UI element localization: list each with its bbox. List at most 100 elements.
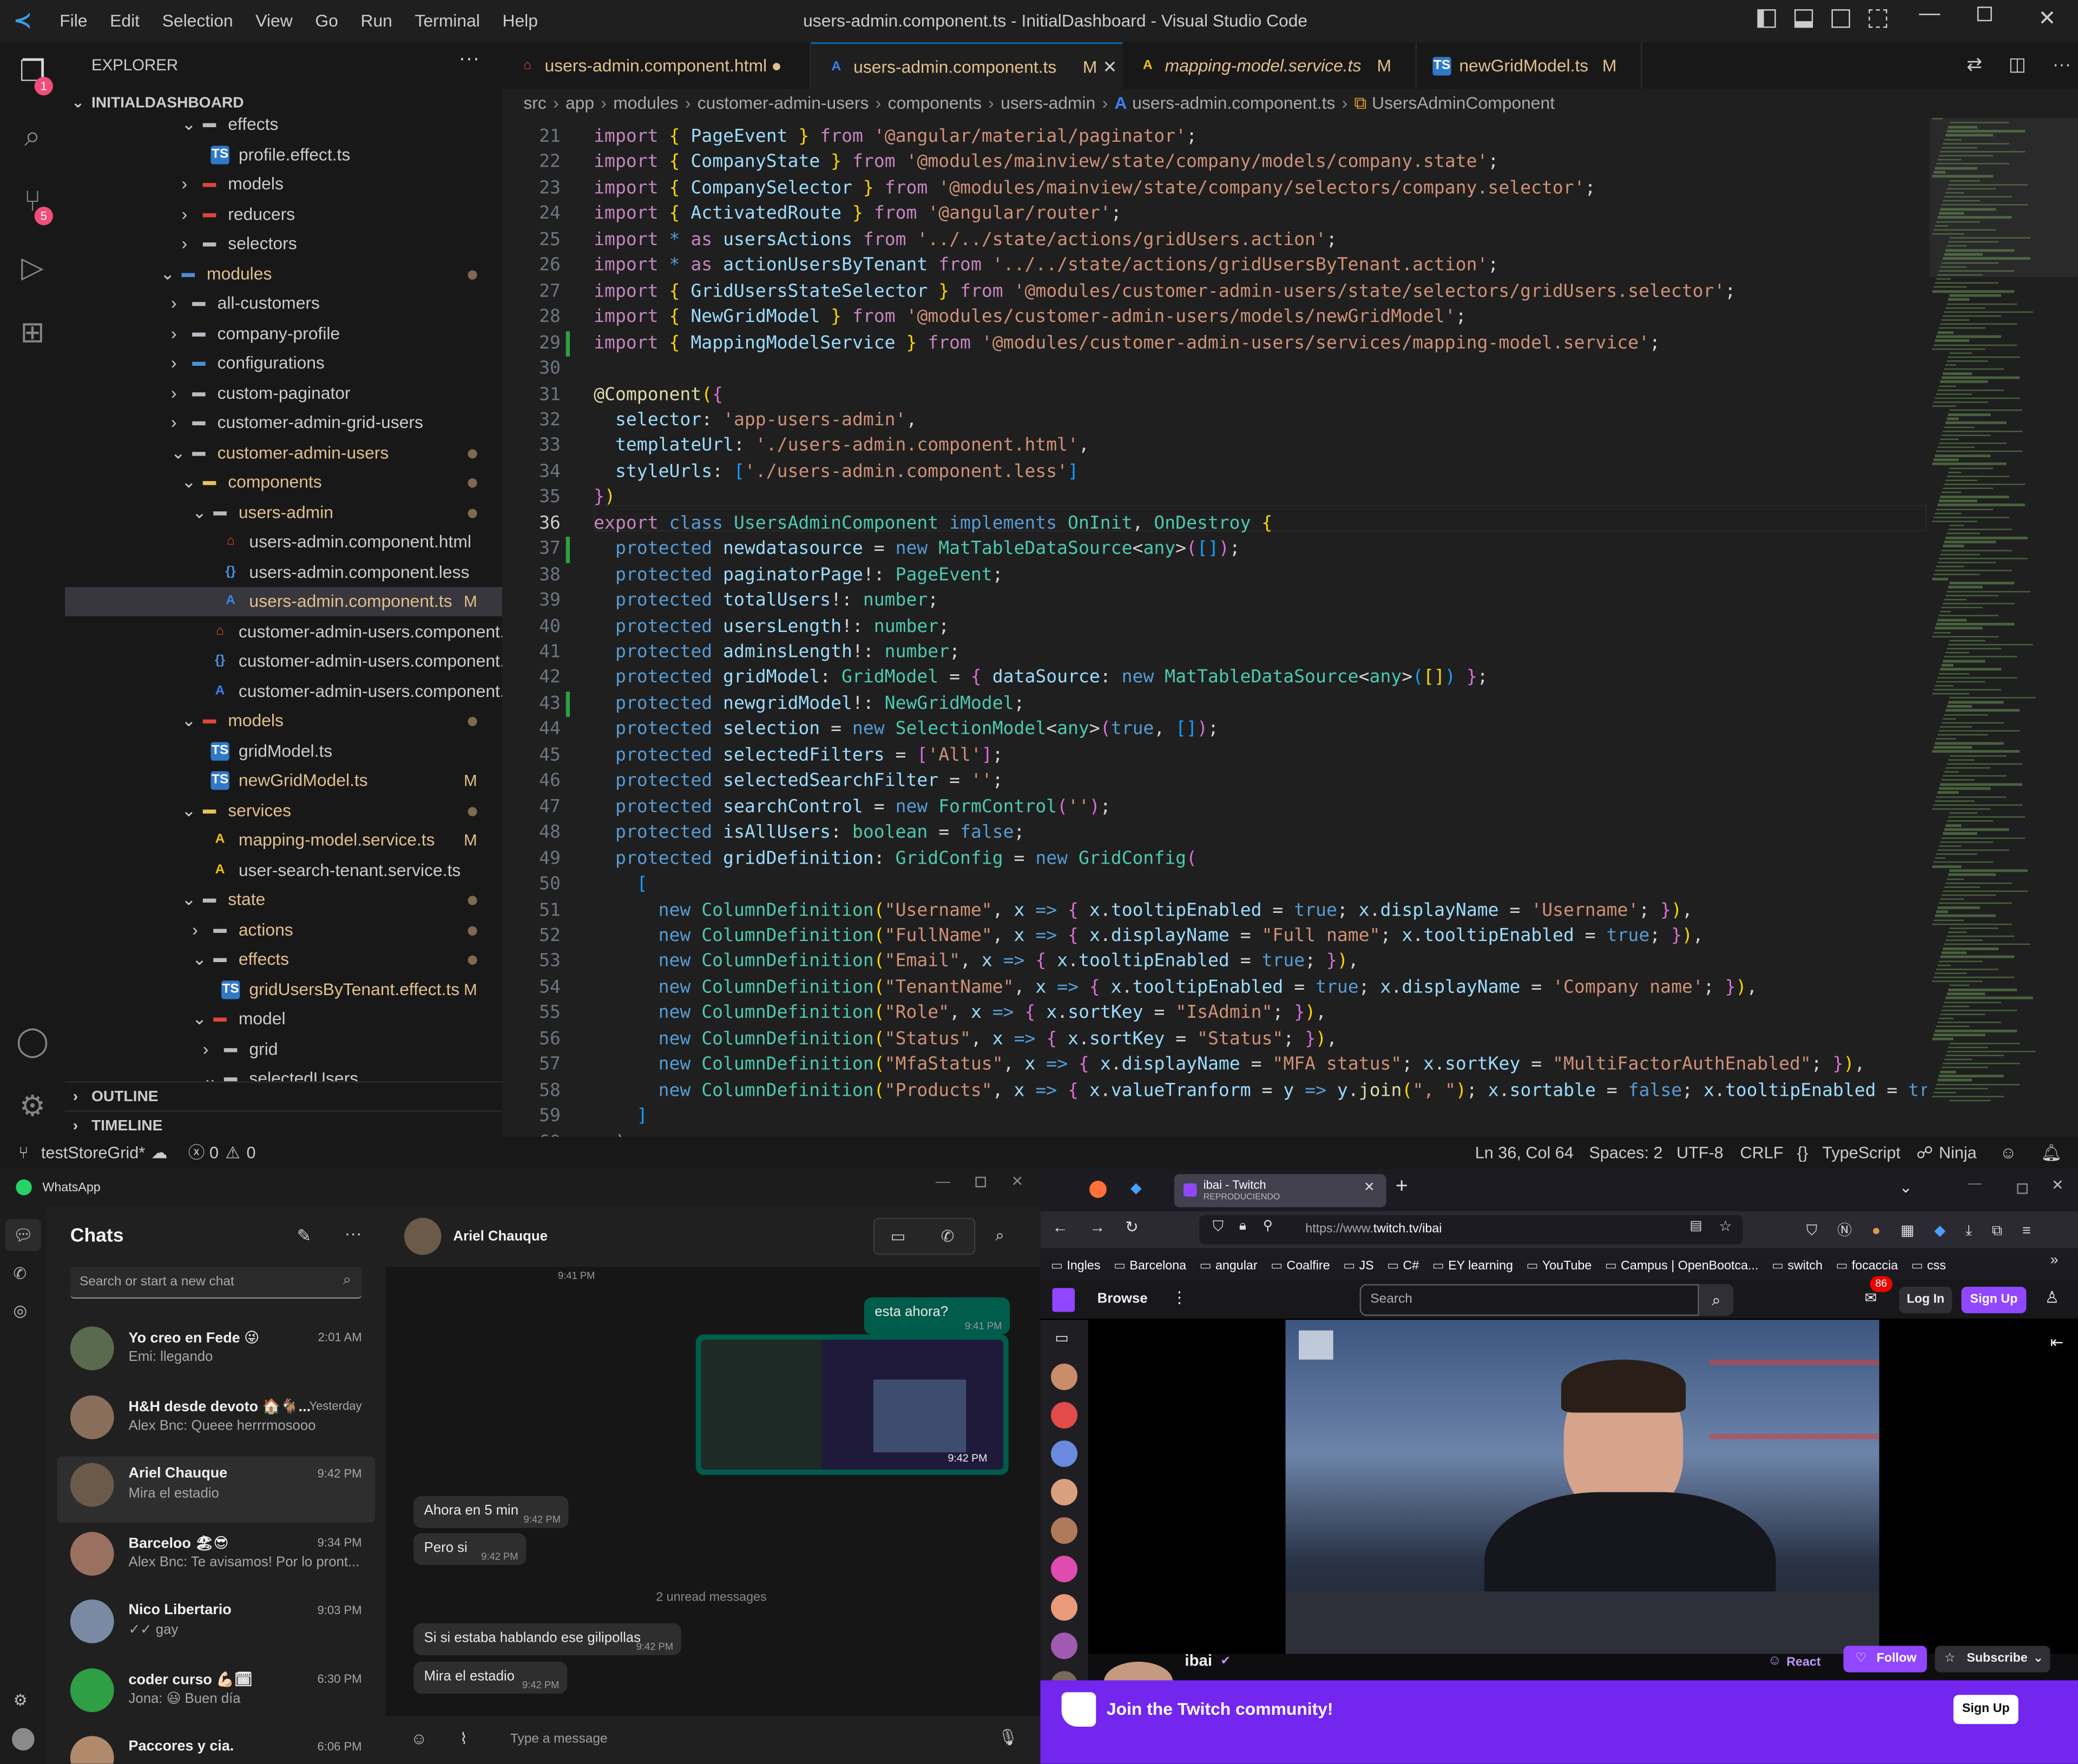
tree-item[interactable]: {} customer-admin-users.component.less [65,647,502,676]
forward-icon[interactable]: → [1089,1218,1105,1236]
twitch-search-input[interactable]: Search [1359,1284,1699,1316]
tree-item[interactable]: Auser-search-tenant.service.ts [65,855,502,885]
bookmark-item[interactable]: ▭ YouTube [1526,1259,1592,1274]
eol[interactable]: CRLF [1740,1137,1784,1169]
breadcrumb-item[interactable]: customer-admin-users [698,93,869,113]
account-icon[interactable]: ◯ [15,1023,50,1059]
editor-tab[interactable]: TS newGridModel.ts M [1417,42,1642,89]
minimize-button[interactable]: — [1919,3,1940,27]
menu-hamburger-icon[interactable]: ≡ [2022,1223,2031,1239]
video-player[interactable]: ⇤ [1088,1320,2078,1654]
tree-item[interactable]: ⌄ ▬ customer-admin-users [65,438,502,467]
bookmark-item[interactable]: ▭ css [1911,1259,1946,1274]
menu-help[interactable]: Help [502,11,538,31]
calls-nav-icon[interactable]: ✆ [13,1264,27,1282]
browse-link[interactable]: Browse [1097,1291,1148,1306]
tree-item[interactable]: ⌄ ▬ effects [65,110,502,139]
browser-tab-active[interactable]: ibai - Twitch REPRODUCIENDO ✕ [1174,1174,1386,1208]
bookmark-item[interactable]: ▭ angular [1200,1259,1258,1274]
bookmark-item[interactable]: ▭ switch [1772,1259,1823,1274]
tree-item[interactable]: › ▬ company-profile [65,319,502,348]
reader-mode-icon[interactable]: ▤ [1689,1219,1702,1234]
sync-icon[interactable]: ☁ [151,1137,168,1169]
status-nav-icon[interactable]: ◎ [13,1301,27,1320]
toggle-sidebar-icon[interactable] [1757,9,1776,28]
followed-channel-avatar[interactable] [1051,1440,1078,1467]
breadcrumb-item[interactable]: UsersAdminComponent [1372,93,1555,113]
error-icon[interactable]: ⓧ [188,1137,205,1169]
downloads-icon[interactable]: ⤓ [1965,1223,1972,1239]
breadcrumb-item[interactable]: src [523,93,546,113]
restore-button[interactable] [1977,6,1992,22]
more-menu-icon[interactable]: ⋮ [1172,1288,1187,1306]
chats-nav-icon[interactable]: 💬︎ [5,1219,41,1251]
menu-view[interactable]: View [255,11,292,31]
tree-item[interactable]: ⌄ ▬ components [65,468,502,497]
run-debug-icon[interactable]: ▷ [15,249,50,285]
tree-item[interactable]: ⌄ ▬ modules [65,259,502,288]
chat-search-box[interactable]: Search or start a new chat ⌕ [70,1267,362,1299]
toggle-panel-icon[interactable] [1794,9,1813,28]
followed-channel-avatar[interactable] [1051,1556,1078,1583]
toggle-secondary-sidebar-icon[interactable] [1831,9,1850,28]
bookmark-item[interactable]: ▭ EY learning [1432,1259,1513,1274]
tree-item[interactable]: › ▬ actions [65,915,502,944]
react-button[interactable]: React [1786,1655,1820,1670]
chat-list-item[interactable]: coder curso 💪🏻🗓 Jona: 😃 Buen día 6:30 PM [57,1661,375,1727]
tree-item[interactable]: TS gridModel.ts [65,736,502,765]
editor-tab[interactable]: ⌂ users-admin.component.html ● [502,42,811,89]
chat-list-item[interactable]: H&H desde devoto 🏠🐐... Alex Bnc: Queee he… [57,1388,375,1454]
maximize-button[interactable] [2017,1183,2028,1194]
menu-selection[interactable]: Selection [162,11,233,31]
collapse-chat-icon[interactable]: ⇤ [2050,1333,2064,1352]
followed-channel-avatar[interactable] [1051,1633,1078,1660]
bookmark-item[interactable]: ▭ Barcelona [1114,1259,1186,1274]
extension-icon[interactable]: ● [1872,1223,1880,1239]
editor-tab[interactable]: Amapping-model.service.ts M [1122,42,1417,89]
indentation[interactable]: Spaces: 2 [1589,1137,1662,1169]
notifications-bell-icon[interactable]: 🔔︎ [2041,1137,2062,1169]
tree-item[interactable]: › ▬ grid [65,1034,502,1063]
breadcrumb-item[interactable]: users-admin.component.ts [1132,93,1335,113]
tree-item[interactable]: › ▬ configurations [65,348,502,378]
search-icon[interactable]: ⌕ [15,118,50,154]
twitch-logo-icon[interactable] [1052,1288,1075,1312]
followed-channel-avatar[interactable] [1051,1402,1078,1429]
new-chat-icon[interactable]: ✎ [297,1226,312,1247]
profile-avatar[interactable] [12,1728,35,1751]
microphone-icon[interactable]: 🎙︎ [998,1728,1018,1746]
explorer-more-icon[interactable]: ··· [458,48,479,71]
customize-layout-icon[interactable] [1868,9,1887,28]
tree-item[interactable]: Ausers-admin.component.ts M [65,587,503,616]
tree-item[interactable]: ⌂ customer-admin-users.component.ht... [65,617,502,646]
compare-changes-icon[interactable]: ⇄ [1967,53,1982,74]
user-menu-icon[interactable]: ♙ [2045,1288,2059,1306]
message-input[interactable]: Type a message [510,1732,608,1747]
outline-section[interactable]: › OUTLINE [65,1081,503,1110]
code-editor[interactable]: 21 import { PageEvent } from '@angular/ma… [502,118,1927,1137]
close-button[interactable]: ✕ [1011,1173,1024,1190]
new-tab-button[interactable]: + [1396,1175,1408,1199]
timeline-section[interactable]: › TIMELINE [65,1110,503,1137]
tree-item[interactable]: ⌂ users-admin.component.html [65,528,502,557]
bookmark-item[interactable]: ▭ focaccia [1836,1259,1898,1274]
chat-list-item[interactable]: Barceloo 🏖😎 Alex Bnc: Te avisamos! Por lo… [57,1525,375,1591]
channel-name[interactable]: ibai [1185,1651,1212,1669]
tree-item[interactable]: Acustomer-admin-users.component.ts [65,676,503,706]
breadcrumb-item[interactable]: users-admin [1001,93,1095,113]
tree-item[interactable]: Amapping-model.service.ts M [65,826,502,855]
editor-tab[interactable]: Ausers-admin.component.ts M ✕ [811,42,1123,89]
pinned-tab-icon[interactable]: ◆ [1130,1180,1142,1196]
bookmarks-overflow-icon[interactable]: » [2050,1252,2059,1268]
tree-item[interactable]: {} users-admin.component.less [65,557,502,587]
close-tab-icon[interactable]: ✕ [1103,44,1117,90]
chat-menu-icon[interactable]: ··· [345,1223,362,1243]
branch-name[interactable]: testStoreGrid* [41,1137,145,1169]
language-mode[interactable]: TypeScript [1822,1137,1901,1169]
notion-extension-icon[interactable]: Ⓝ [1837,1223,1852,1239]
tree-item[interactable]: › ▬ reducers [65,200,502,229]
followed-channel-avatar[interactable] [1051,1364,1078,1391]
follow-button[interactable]: ♡ Follow [1843,1645,1927,1673]
menu-terminal[interactable]: Terminal [415,11,480,31]
login-button[interactable]: Log In [1899,1286,1952,1313]
